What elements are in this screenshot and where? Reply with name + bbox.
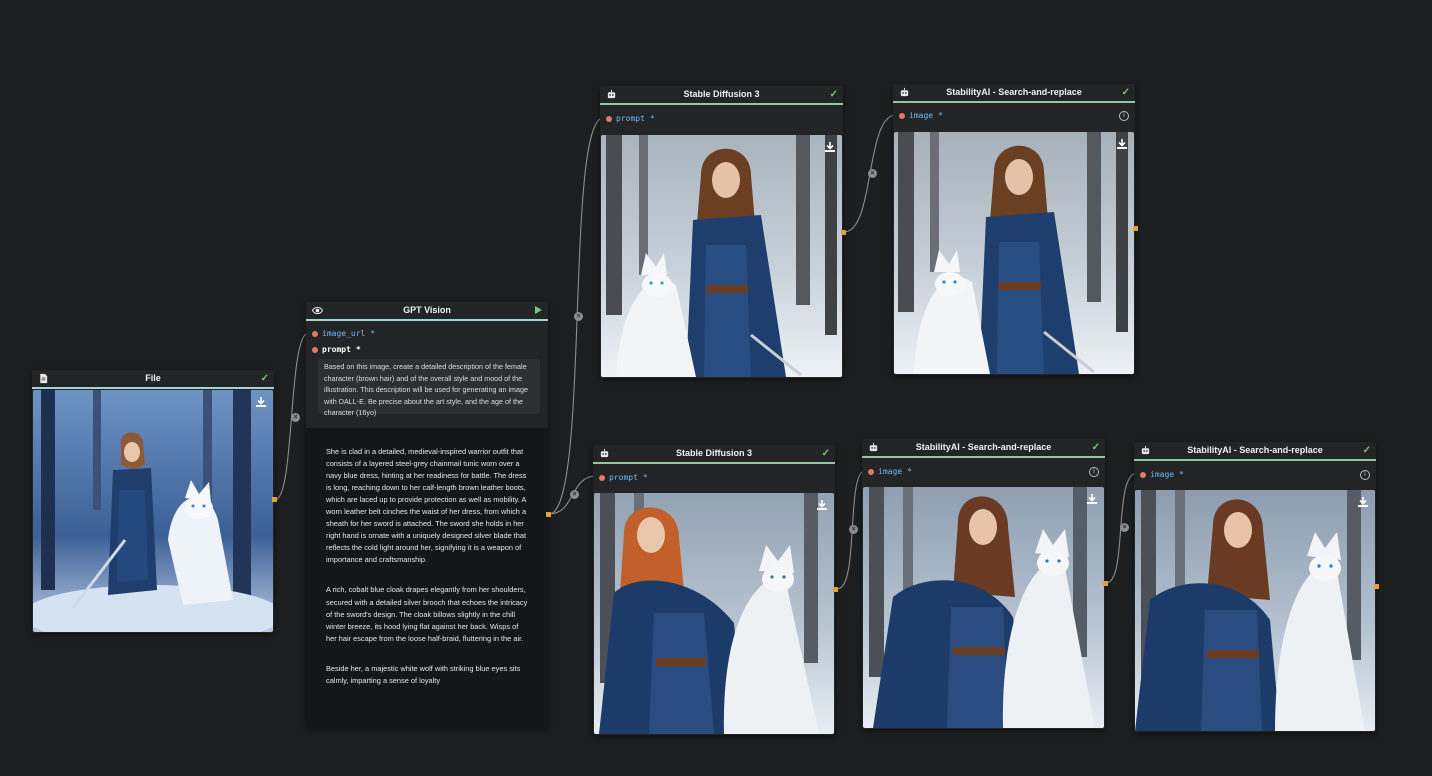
node-title: Stable Diffusion 3	[683, 89, 760, 99]
download-icon[interactable]	[1357, 496, 1369, 508]
file-node[interactable]: File ✓	[32, 370, 274, 633]
info-icon[interactable]: i	[1119, 111, 1129, 121]
required-marker: *	[907, 467, 912, 476]
robot-icon	[900, 87, 909, 97]
input-label: image	[909, 111, 934, 120]
success-check-icon: ✓	[1121, 87, 1130, 98]
input-label: image	[1150, 470, 1175, 479]
download-icon[interactable]	[255, 396, 267, 408]
gpt-vision-header[interactable]: GPT Vision	[306, 302, 548, 321]
robot-icon	[600, 448, 609, 458]
download-icon[interactable]	[1086, 493, 1098, 505]
output-paragraph: Beside her, a majestic white wolf with s…	[326, 663, 521, 685]
eye-icon	[312, 306, 323, 315]
success-check-icon: ✓	[260, 373, 269, 384]
node-title: GPT Vision	[403, 305, 451, 315]
run-icon[interactable]	[535, 306, 542, 314]
wire-connector-handle[interactable]: ×	[574, 312, 583, 321]
download-icon[interactable]	[824, 141, 836, 153]
input-prompt[interactable]: prompt *	[306, 342, 548, 358]
required-dot	[868, 469, 874, 475]
wire-connector-handle[interactable]: ×	[1120, 523, 1129, 532]
search-replace-bottom2-header[interactable]: StabilityAI - Search-and-replace ✓	[1134, 442, 1376, 461]
required-marker: *	[649, 114, 655, 123]
input-image[interactable]: image * i	[1134, 467, 1376, 483]
required-dot	[312, 347, 318, 353]
search-replace-top-node[interactable]: StabilityAI - Search-and-replace ✓ image…	[893, 84, 1135, 375]
input-image-url[interactable]: image_url *	[306, 326, 548, 342]
required-marker: *	[642, 473, 648, 482]
file-node-header[interactable]: File ✓	[32, 370, 274, 389]
sd3-bottom-node[interactable]: Stable Diffusion 3 ✓ prompt *	[593, 445, 835, 735]
required-marker: *	[938, 111, 943, 120]
info-icon[interactable]: i	[1089, 467, 1099, 477]
generated-image	[863, 487, 1104, 728]
required-dot	[599, 475, 605, 481]
wire-connector-handle[interactable]: ×	[291, 413, 300, 422]
success-check-icon: ✓	[1091, 442, 1100, 453]
wire-connector-handle[interactable]: ×	[868, 169, 877, 178]
search-replace-bottom1-node[interactable]: StabilityAI - Search-and-replace ✓ image…	[862, 439, 1105, 729]
output-paragraph: She is clad in a detailed, medieval-insp…	[326, 447, 527, 565]
success-check-icon: ✓	[829, 89, 838, 100]
input-label: prompt	[609, 473, 638, 482]
gpt-vision-node[interactable]: GPT Vision image_url * prompt * Based on t…	[306, 302, 548, 728]
input-image[interactable]: image * i	[862, 464, 1105, 480]
required-dot	[606, 116, 612, 122]
required-dot	[899, 113, 905, 119]
sd3-top-output-port[interactable]	[841, 230, 846, 235]
workflow-canvas[interactable]: File ✓ GPT Vision image_url * prompt * B…	[0, 0, 1432, 776]
input-prompt[interactable]: prompt *	[600, 111, 843, 127]
sd3-top-header[interactable]: Stable Diffusion 3 ✓	[600, 86, 843, 105]
input-label: prompt	[322, 345, 351, 354]
robot-icon	[607, 89, 616, 99]
sd3-bottom-output-port[interactable]	[833, 587, 838, 592]
generated-image	[894, 132, 1134, 374]
required-dot	[1140, 472, 1146, 478]
sd3-top-node[interactable]: Stable Diffusion 3 ✓ prompt *	[600, 86, 843, 378]
input-label: image	[878, 467, 903, 476]
sd3-bottom-header[interactable]: Stable Diffusion 3 ✓	[593, 445, 835, 464]
search-replace-top-header[interactable]: StabilityAI - Search-and-replace ✓	[893, 84, 1135, 103]
info-icon[interactable]: i	[1360, 470, 1370, 480]
input-image[interactable]: image * i	[893, 108, 1135, 124]
search-replace-top-output-port[interactable]	[1133, 226, 1138, 231]
vision-output-text: She is clad in a detailed, medieval-insp…	[306, 428, 548, 728]
file-output-port[interactable]	[272, 497, 277, 502]
node-title: File	[145, 373, 161, 383]
download-icon[interactable]	[816, 499, 828, 511]
required-marker: *	[355, 345, 361, 354]
node-title: Stable Diffusion 3	[675, 448, 752, 458]
success-check-icon: ✓	[821, 448, 830, 459]
robot-icon	[869, 442, 878, 452]
search-replace-bottom2-output-port[interactable]	[1374, 584, 1379, 589]
document-icon	[40, 373, 48, 384]
node-title: StabilityAI - Search-and-replace	[1187, 445, 1323, 455]
generated-image	[594, 493, 834, 734]
required-marker: *	[370, 329, 376, 338]
input-label: prompt	[616, 114, 645, 123]
wire-connector-handle[interactable]: ×	[849, 525, 858, 534]
input-label: image_url	[322, 329, 366, 338]
required-dot	[312, 331, 318, 337]
success-check-icon: ✓	[1362, 445, 1371, 456]
generated-image	[1135, 490, 1375, 731]
gpt-vision-output-port[interactable]	[546, 512, 551, 517]
wire-connector-handle[interactable]: ×	[570, 490, 579, 499]
search-replace-bottom2-node[interactable]: StabilityAI - Search-and-replace ✓ image…	[1134, 442, 1376, 732]
search-replace-bottom1-output-port[interactable]	[1103, 581, 1108, 586]
node-title: StabilityAI - Search-and-replace	[946, 87, 1082, 97]
uploaded-image	[33, 390, 273, 632]
prompt-textarea[interactable]: Based on this image, create a detailed d…	[318, 359, 540, 417]
input-prompt[interactable]: prompt *	[593, 470, 835, 486]
search-replace-bottom1-header[interactable]: StabilityAI - Search-and-replace ✓	[862, 439, 1105, 458]
node-title: StabilityAI - Search-and-replace	[915, 442, 1052, 452]
output-paragraph: A rich, cobalt blue cloak drapes elegant…	[326, 585, 528, 643]
required-marker: *	[1179, 470, 1184, 479]
download-icon[interactable]	[1116, 138, 1128, 150]
generated-image	[601, 135, 842, 377]
robot-icon	[1141, 445, 1150, 455]
